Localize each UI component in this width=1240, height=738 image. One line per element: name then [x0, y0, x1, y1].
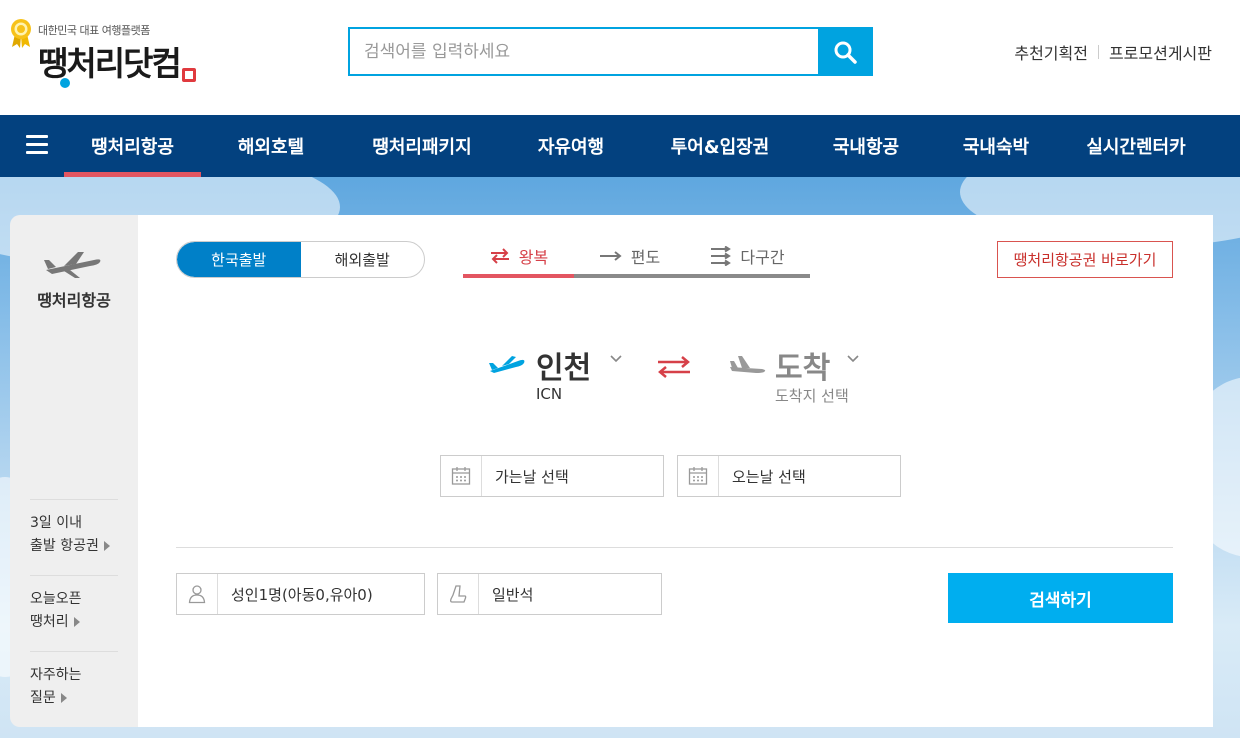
tab-label: 왕복 — [518, 247, 549, 267]
recommended-promo-link[interactable]: 추천기획전 — [1014, 40, 1088, 64]
sidebar-link-faq[interactable]: 자주하는 질문 — [30, 651, 118, 710]
logo-red-square — [182, 68, 196, 82]
tab-label: 편도 — [630, 247, 661, 267]
sidebar-link-line: 3일 이내 — [30, 515, 82, 531]
search-icon — [834, 41, 857, 64]
nav-menu: 땡처리항공 해외호텔 땡처리패키지 자유여행 투어&입장권 국내항공 국내숙박 … — [64, 115, 1211, 177]
promotion-board-link[interactable]: 프로모션게시판 — [1109, 40, 1212, 64]
logo-tagline: 대한민국 대표 여행플랫폼 — [38, 24, 150, 37]
round-trip-icon — [490, 247, 509, 264]
main-nav: 땡처리항공 해외호텔 땡처리패키지 자유여행 투어&입장권 국내항공 국내숙박 … — [0, 115, 1240, 177]
departure-code: ICN — [536, 385, 563, 403]
toggle-overseas-departure[interactable]: 해외출발 — [301, 242, 425, 277]
person-icon — [177, 574, 218, 614]
site-logo[interactable]: 대한민국 대표 여행플랫폼 땡처리닷컴 — [8, 16, 218, 96]
sidebar-link-today-open[interactable]: 오늘오픈 땡처리 — [30, 575, 118, 634]
search-input[interactable] — [350, 29, 818, 74]
sidebar-link-line: 오늘오픈 — [30, 591, 82, 607]
depart-date-text: 가는날 선택 — [495, 467, 569, 486]
seat-icon — [438, 574, 479, 614]
nav-item-tours[interactable]: 투어&입장권 — [639, 115, 801, 177]
sidebar-link-line: 자주하는 — [30, 667, 82, 683]
passenger-field[interactable]: 성인1명(아동0,유아0) — [176, 573, 425, 615]
logo-brand-text: 땡처리닷컴 — [38, 44, 182, 83]
flight-shortcut-button[interactable]: 땡처리항공권 바로가기 — [997, 241, 1173, 278]
chevron-down-icon — [847, 355, 859, 363]
sidebar-title: 땡처리항공 — [37, 291, 111, 310]
flight-search-panel: 한국출발 해외출발 왕복 편도 다구간 땡처리항공권 바로가기 인천 ICN 도… — [138, 215, 1213, 727]
toggle-korea-departure[interactable]: 한국출발 — [177, 242, 301, 277]
airplane-icon — [44, 252, 101, 278]
sidebar-link-line: 출발 항공권 — [30, 538, 99, 554]
arrow-right-icon — [60, 693, 67, 703]
tab-multi-city[interactable]: 다구간 — [685, 237, 810, 274]
logo-blue-dot — [60, 78, 70, 88]
trip-type-tabs: 왕복 편도 다구간 — [463, 237, 810, 278]
route-selector: 인천 ICN 도착 도착지 선택 — [488, 347, 868, 407]
search-bar — [348, 27, 873, 76]
nav-item-domestic-stay[interactable]: 국내숙박 — [931, 115, 1061, 177]
arrow-right-icon — [73, 617, 80, 627]
tab-one-way[interactable]: 편도 — [574, 237, 685, 274]
search-button[interactable] — [818, 29, 871, 74]
calendar-icon — [678, 456, 719, 496]
nav-item-hotels[interactable]: 해외호텔 — [201, 115, 341, 177]
sidebar-link-3day-flights[interactable]: 3일 이내 출발 항공권 — [30, 499, 118, 558]
section-divider — [176, 547, 1173, 548]
return-date-text: 오는날 선택 — [732, 467, 806, 486]
seat-class-text: 일반석 — [492, 585, 534, 604]
divider — [1097, 45, 1099, 59]
tab-label: 다구간 — [740, 247, 785, 267]
passenger-text: 성인1명(아동0,유아0) — [231, 585, 373, 604]
departure-city: 인천 — [536, 351, 592, 386]
takeoff-icon — [489, 356, 525, 373]
award-medal-icon — [11, 19, 31, 48]
sidebar-link-line: 땡처리 — [30, 614, 69, 630]
swap-route-icon[interactable] — [656, 355, 692, 379]
return-date-field[interactable]: 오는날 선택 — [677, 455, 901, 497]
flight-sidebar: 땡처리항공 3일 이내 출발 항공권 오늘오픈 땡처리 자주하는 질문 — [10, 215, 138, 727]
arrival-placeholder: 도착지 선택 — [775, 387, 849, 405]
sidebar-link-line: 질문 — [30, 690, 56, 706]
nav-item-domestic-flights[interactable]: 국내항공 — [801, 115, 931, 177]
chevron-down-icon — [610, 355, 622, 363]
hamburger-menu-icon[interactable] — [26, 135, 48, 155]
top-links: 추천기획전 프로모션게시판 — [1014, 40, 1212, 64]
nav-item-free-travel[interactable]: 자유여행 — [503, 115, 639, 177]
arrival-city: 도착 — [775, 351, 831, 386]
seat-class-field[interactable]: 일반석 — [437, 573, 662, 615]
multi-city-icon — [711, 245, 732, 266]
departure-region-toggle: 한국출발 해외출발 — [176, 241, 425, 278]
search-flights-button[interactable]: 검색하기 — [948, 573, 1173, 623]
depart-date-field[interactable]: 가는날 선택 — [440, 455, 664, 497]
nav-item-rental-car[interactable]: 실시간렌터카 — [1061, 115, 1211, 177]
one-way-icon — [599, 250, 622, 261]
tab-round-trip[interactable]: 왕복 — [463, 237, 574, 278]
arrow-right-icon — [103, 541, 110, 551]
landing-icon — [730, 356, 766, 373]
site-header: 대한민국 대표 여행플랫폼 땡처리닷컴 추천기획전 프로모션게시판 — [0, 0, 1240, 115]
nav-item-packages[interactable]: 땡처리패키지 — [341, 115, 503, 177]
calendar-icon — [441, 456, 482, 496]
nav-item-flights[interactable]: 땡처리항공 — [64, 115, 201, 177]
